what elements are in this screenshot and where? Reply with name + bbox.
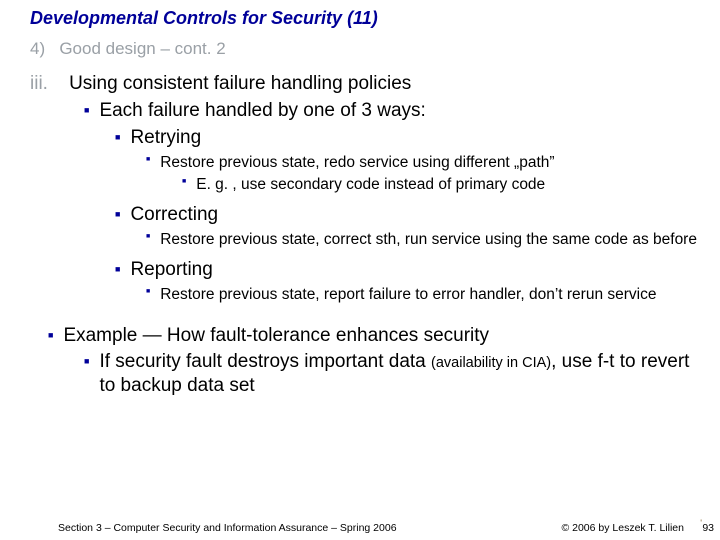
reporting-sub1: ■ Restore previous state, report failure … [0, 285, 720, 304]
bullet-icon: ■ [48, 330, 53, 341]
bullet-icon: ■ [115, 209, 120, 220]
correcting: ■ Correcting [0, 203, 720, 227]
retrying: ■ Retrying [0, 126, 720, 150]
retrying-label: Retrying [130, 127, 201, 148]
heading-4-text: Good design – cont. 2 [59, 39, 225, 58]
correcting-label: Correcting [130, 204, 218, 225]
bullet-icon: ■ [84, 356, 89, 367]
roman-iii-text: Using consistent failure handling polici… [69, 73, 411, 94]
example-lead-text: Example — How fault-tolerance enhances s… [63, 325, 489, 346]
heading-4-number: 4) [30, 39, 45, 58]
page-number: 93 [702, 522, 714, 534]
reporting-label: Reporting [130, 259, 212, 280]
correcting-sub1: ■ Restore previous state, correct sth, ru… [0, 230, 720, 249]
heading-4: 4) Good design – cont. 2 [0, 38, 720, 59]
example-body: ■ If security fault destroys important da… [0, 350, 720, 398]
slide-body: 4) Good design – cont. 2 iii. Using cons… [0, 35, 720, 398]
example-lead: ■ Example — How fault-tolerance enhances … [0, 324, 720, 348]
each-failure-text: Each failure handled by one of 3 ways: [99, 99, 425, 123]
retrying-sub1: ■ Restore previous state, redo service us… [0, 153, 720, 172]
reporting: ■ Reporting [0, 258, 720, 282]
footer-right: © 2006 by Leszek T. Lilien [561, 522, 684, 534]
bullet-icon: ■ [84, 105, 89, 116]
footer-left: Section 3 – Computer Security and Inform… [58, 522, 397, 534]
retrying-sub2-text: E. g. , use secondary code instead of pr… [196, 175, 545, 194]
bullet-icon: ■ [115, 132, 120, 143]
bullet-icon: ■ [146, 233, 150, 242]
roman-iii-number: iii. [30, 73, 48, 94]
slide: Developmental Controls for Security (11)… [0, 0, 720, 540]
each-failure: ■ Each failure handled by one of 3 ways: [0, 99, 720, 123]
example-body-paren: (availability in CIA) [431, 355, 551, 371]
slide-title: Developmental Controls for Security (11) [30, 8, 378, 29]
bullet-icon: ■ [146, 288, 150, 297]
retrying-sub1-text: Restore previous state, redo service usi… [160, 153, 554, 172]
bullet-icon: ■ [182, 178, 186, 187]
correcting-sub1-text: Restore previous state, correct sth, run… [160, 230, 697, 249]
roman-iii: iii. Using consistent failure handling p… [0, 72, 720, 96]
bullet-icon: ■ [146, 156, 150, 165]
retrying-sub2: ■ E. g. , use secondary code instead of p… [0, 175, 720, 194]
bullet-icon: ■ [115, 264, 120, 275]
reporting-sub1-text: Restore previous state, report failure t… [160, 285, 656, 304]
example-body-pre: If security fault destroys important dat… [99, 351, 431, 372]
